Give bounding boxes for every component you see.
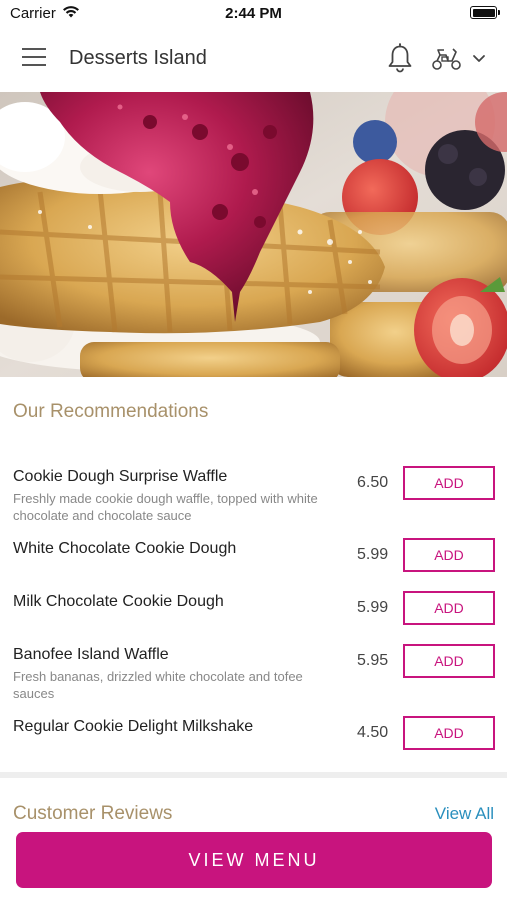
add-button[interactable]: ADD bbox=[403, 644, 495, 678]
hero-image bbox=[0, 92, 507, 377]
item-description: Freshly made cookie dough waffle, topped… bbox=[13, 491, 318, 523]
scooter-icon[interactable] bbox=[430, 46, 464, 72]
item-name: Cookie Dough Surprise Waffle bbox=[13, 468, 228, 485]
section-divider bbox=[0, 772, 507, 778]
item-price: 4.50 bbox=[357, 724, 389, 741]
hamburger-menu-icon[interactable] bbox=[20, 48, 48, 70]
item-name: Milk Chocolate Cookie Dough bbox=[13, 593, 224, 610]
item-name: Banofee Island Waffle bbox=[13, 646, 169, 663]
view-all-reviews-link[interactable]: View All bbox=[435, 804, 494, 824]
add-button[interactable]: ADD bbox=[403, 538, 495, 572]
status-bar: Carrier 2:44 PM bbox=[0, 0, 507, 26]
item-price: 5.99 bbox=[357, 546, 389, 563]
battery-icon bbox=[470, 6, 500, 19]
bell-icon[interactable] bbox=[385, 42, 415, 74]
add-button[interactable]: ADD bbox=[403, 466, 495, 500]
item-price: 5.95 bbox=[357, 652, 389, 669]
item-price: 6.50 bbox=[357, 474, 389, 491]
add-button[interactable]: ADD bbox=[403, 716, 495, 750]
item-name: Regular Cookie Delight Milkshake bbox=[13, 718, 254, 735]
item-description: Fresh bananas, drizzled white chocolate … bbox=[13, 669, 303, 701]
reviews-title: Customer Reviews bbox=[13, 803, 173, 824]
page-title: Desserts Island bbox=[69, 47, 207, 69]
view-menu-button[interactable]: VIEW MENU bbox=[16, 832, 492, 888]
item-name: White Chocolate Cookie Dough bbox=[13, 540, 237, 557]
clock: 2:44 PM bbox=[225, 5, 282, 22]
recommendations-title: Our Recommendations bbox=[13, 401, 209, 422]
add-button[interactable]: ADD bbox=[403, 591, 495, 625]
item-price: 5.99 bbox=[357, 599, 389, 616]
app-header: Desserts Island bbox=[0, 26, 507, 92]
chevron-down-icon[interactable] bbox=[470, 51, 488, 67]
